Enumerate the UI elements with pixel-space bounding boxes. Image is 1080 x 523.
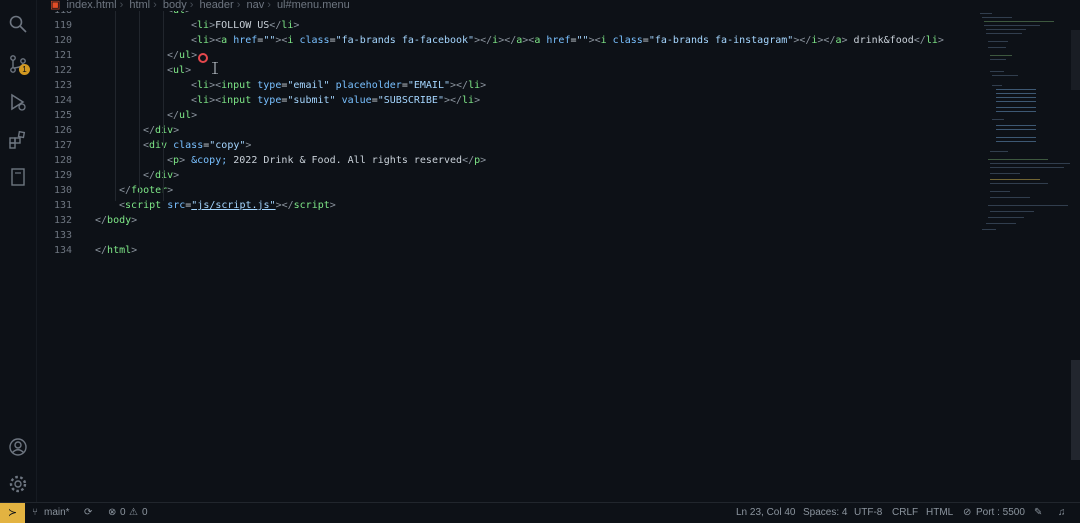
error-icon: ⊗ — [108, 507, 117, 518]
status-bar: ≻ ⑂ main* ⟳ ⊗ 0 ⚠ 0 Ln 23, Col 40 Spaces… — [0, 502, 1080, 523]
cursor-position[interactable]: Ln 23, Col 40 — [736, 503, 796, 523]
code-line[interactable]: 125 </ul> — [36, 108, 966, 123]
code-text[interactable]: <div class="copy"> — [143, 138, 251, 153]
code-line[interactable]: 123 <li><input type="email" placeholder="… — [36, 78, 966, 93]
language-mode[interactable]: HTML — [926, 503, 953, 523]
code-line[interactable]: 129 </div> — [36, 168, 966, 183]
chevron-right-icon: › — [236, 0, 241, 11]
run-debug-icon[interactable] — [8, 92, 28, 112]
source-control-badge: 1 — [19, 64, 30, 75]
line-number: 124 — [53, 95, 72, 106]
sync-icon[interactable]: ⟳ — [84, 503, 92, 523]
line-number: 122 — [53, 65, 72, 76]
breadcrumb-item-nav[interactable]: nav — [246, 0, 264, 11]
minimap[interactable] — [978, 11, 1070, 241]
code-line[interactable]: 128 <p> &copy; 2022 Drink & Food. All rig… — [36, 153, 966, 168]
chevron-right-icon: › — [119, 0, 124, 11]
line-number: 128 — [53, 155, 72, 166]
code-line[interactable]: 126 </div> — [36, 123, 966, 138]
line-number: 130 — [53, 185, 72, 196]
code-line[interactable]: 121 </ul> — [36, 48, 966, 63]
line-number: 134 — [53, 245, 72, 256]
warning-icon: ⚠ — [129, 507, 138, 518]
encoding[interactable]: UTF-8 — [854, 503, 882, 523]
line-number: 126 — [53, 125, 72, 136]
indent-guide — [115, 11, 116, 201]
code-text[interactable]: <ul> — [167, 11, 191, 18]
code-line[interactable]: 130 </footer> — [36, 183, 966, 198]
extensions-icon[interactable] — [8, 130, 28, 150]
text-cursor-icon — [212, 62, 218, 74]
code-editor[interactable]: 118 <ul> 119 <li>FOLLOW US</li> 120 <li><a hr… — [36, 11, 966, 502]
line-number: 119 — [53, 20, 72, 31]
code-text[interactable]: <li><a href=""><i class="fa-brands fa-fa… — [191, 33, 944, 48]
line-number: 131 — [53, 200, 72, 211]
code-line[interactable]: 118 <ul> — [36, 11, 966, 18]
indent-guide — [163, 11, 164, 201]
code-text[interactable]: </footer> — [119, 183, 173, 198]
remote-indicator-icon[interactable]: ≻ — [0, 503, 25, 523]
notifications-bell-icon[interactable]: ♫ — [1058, 503, 1066, 523]
code-line[interactable]: 120 <li><a href=""><i class="fa-brands fa… — [36, 33, 966, 48]
vertical-scrollbar[interactable] — [1071, 360, 1080, 460]
minimap-slider[interactable] — [1071, 30, 1080, 90]
line-number: 127 — [53, 140, 72, 151]
broadcast-icon: ⊘ — [963, 507, 972, 518]
feedback-icon[interactable]: ✎ — [1034, 503, 1042, 523]
code-text[interactable]: </div> — [143, 168, 179, 183]
breadcrumb-item-file[interactable]: index.html — [66, 0, 116, 11]
breadcrumb-item-ul[interactable]: ul#menu.menu — [277, 0, 350, 11]
code-line[interactable]: 134 </html> — [36, 243, 966, 258]
code-text[interactable]: </div> — [143, 123, 179, 138]
line-number: 120 — [53, 35, 72, 46]
activity-bar: 1 — [0, 0, 37, 502]
line-number: 129 — [53, 170, 72, 181]
code-text[interactable]: <ul> — [167, 63, 191, 78]
account-icon[interactable] — [8, 437, 28, 457]
code-text[interactable]: <li><input type="email" placeholder="EMA… — [191, 78, 486, 93]
breadcrumb-item-body[interactable]: body — [163, 0, 187, 11]
code-line[interactable]: 119 <li>FOLLOW US</li> — [36, 18, 966, 33]
indentation[interactable]: Spaces: 4 — [803, 503, 847, 523]
code-line[interactable]: 132 </body> — [36, 213, 966, 228]
breadcrumb-item-html[interactable]: html — [129, 0, 150, 11]
end-of-line[interactable]: CRLF — [892, 503, 918, 523]
code-text[interactable]: </ul> — [167, 48, 197, 63]
chevron-right-icon: › — [153, 0, 157, 11]
code-text[interactable]: <script src="js/script.js"></script> — [119, 198, 336, 213]
code-line[interactable]: 124 <li><input type="submit" value="SUBSC… — [36, 93, 966, 108]
code-text[interactable]: <li><input type="submit" value="SUBSCRIB… — [191, 93, 480, 108]
code-line[interactable]: 133 — [36, 228, 966, 243]
code-line[interactable]: 122 <ul> — [36, 63, 966, 78]
html5-file-icon: ▣ — [50, 0, 61, 11]
code-line[interactable]: 131 <script src="js/script.js"></script> — [36, 198, 966, 213]
code-line[interactable]: 127 <div class="copy"> — [36, 138, 966, 153]
breadcrumb: ▣ index.html › html › body › header › nav › u… — [36, 0, 1080, 11]
line-number: 118 — [36, 11, 72, 18]
code-text[interactable]: </ul> — [167, 108, 197, 123]
click-indicator — [198, 53, 208, 63]
error-count[interactable]: 0 — [120, 503, 126, 523]
code-text[interactable]: </body> — [95, 213, 137, 228]
git-branch[interactable]: main* — [44, 503, 70, 523]
line-number: 123 — [53, 80, 72, 91]
notebook-icon[interactable] — [8, 167, 28, 187]
live-server-port[interactable]: Port : 5500 — [976, 503, 1025, 523]
chevron-right-icon: › — [189, 0, 194, 11]
breadcrumb-item-header[interactable]: header — [199, 0, 233, 11]
branch-icon: ⑂ — [32, 507, 38, 518]
search-icon[interactable] — [8, 14, 28, 34]
code-text[interactable]: <p> &copy; 2022 Drink & Food. All rights… — [167, 153, 486, 168]
line-number: 132 — [53, 215, 72, 226]
chevron-right-icon: › — [267, 0, 271, 11]
line-number: 133 — [53, 230, 72, 241]
settings-gear-icon[interactable] — [8, 474, 28, 494]
code-text[interactable]: </html> — [95, 243, 137, 258]
indent-guide — [139, 11, 140, 201]
warning-count[interactable]: 0 — [142, 503, 148, 523]
line-number: 125 — [53, 110, 72, 121]
code-text[interactable]: <li>FOLLOW US</li> — [191, 18, 299, 33]
line-number: 121 — [53, 50, 72, 61]
